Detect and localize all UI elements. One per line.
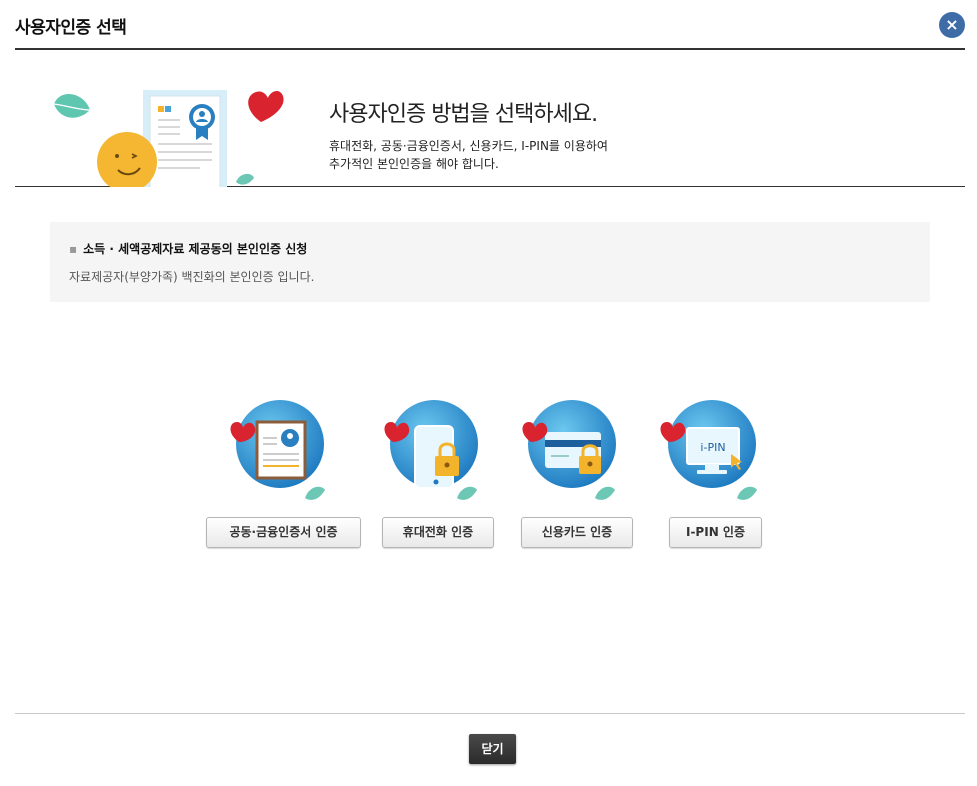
- hero-description: 휴대전화, 공동·금융인증서, 신용카드, I-PIN를 이용하여 추가적인 본…: [329, 137, 608, 173]
- ipin-auth-button[interactable]: I-PIN 인증: [669, 517, 762, 548]
- dialog-titlebar: 사용자인증 선택 ×: [15, 0, 965, 50]
- ipin-label: i-PIN: [700, 441, 725, 454]
- hero-section: 사용자인증 방법을 선택하세요. 휴대전화, 공동·금융인증서, 신용카드, I…: [15, 52, 965, 187]
- credit-card-auth-button[interactable]: 신용카드 인증: [521, 517, 633, 548]
- mobile-auth-button[interactable]: 휴대전화 인증: [382, 517, 494, 548]
- info-description: 자료제공자(부양가족) 백진화의 본인인증 입니다.: [69, 270, 315, 284]
- info-title: ▪ 소득 · 세액공제자료 제공동의 본인인증 신청: [69, 240, 307, 257]
- close-button[interactable]: 닫기: [469, 734, 516, 764]
- info-title-text: 소득 · 세액공제자료 제공동의 본인인증 신청: [83, 242, 308, 256]
- hero-description-line1: 휴대전화, 공동·금융인증서, 신용카드, I-PIN를 이용하여: [329, 139, 608, 153]
- certificate-auth-button[interactable]: 공동·금융인증서 인증: [206, 517, 361, 548]
- ipin-monitor-icon[interactable]: i-PIN: [655, 398, 765, 508]
- footer-divider: [15, 713, 965, 714]
- hero-title: 사용자인증 방법을 선택하세요.: [329, 102, 598, 127]
- bullet-icon: ▪: [69, 242, 78, 256]
- credit-card-lock-icon[interactable]: [517, 398, 627, 508]
- info-box: ▪ 소득 · 세액공제자료 제공동의 본인인증 신청 자료제공자(부양가족) 백진…: [50, 222, 930, 302]
- hero-description-line2: 추가적인 본인인증을 해야 합니다.: [329, 157, 499, 171]
- close-icon[interactable]: ×: [939, 12, 965, 38]
- leaf-icon: [53, 93, 91, 118]
- dialog-title: 사용자인증 선택: [15, 18, 127, 38]
- certificate-icon[interactable]: [225, 398, 335, 508]
- small-leaf-icon: [236, 173, 254, 185]
- auth-methods: i-PIN 공동·금융인증서 인증 휴대전화 인증 신용카드 인증 I-PIN …: [0, 398, 977, 558]
- certificate-document-icon: [143, 90, 227, 187]
- heart-icon: [248, 91, 284, 122]
- hero-illustration: [53, 90, 284, 187]
- mobile-phone-lock-icon[interactable]: [379, 398, 489, 508]
